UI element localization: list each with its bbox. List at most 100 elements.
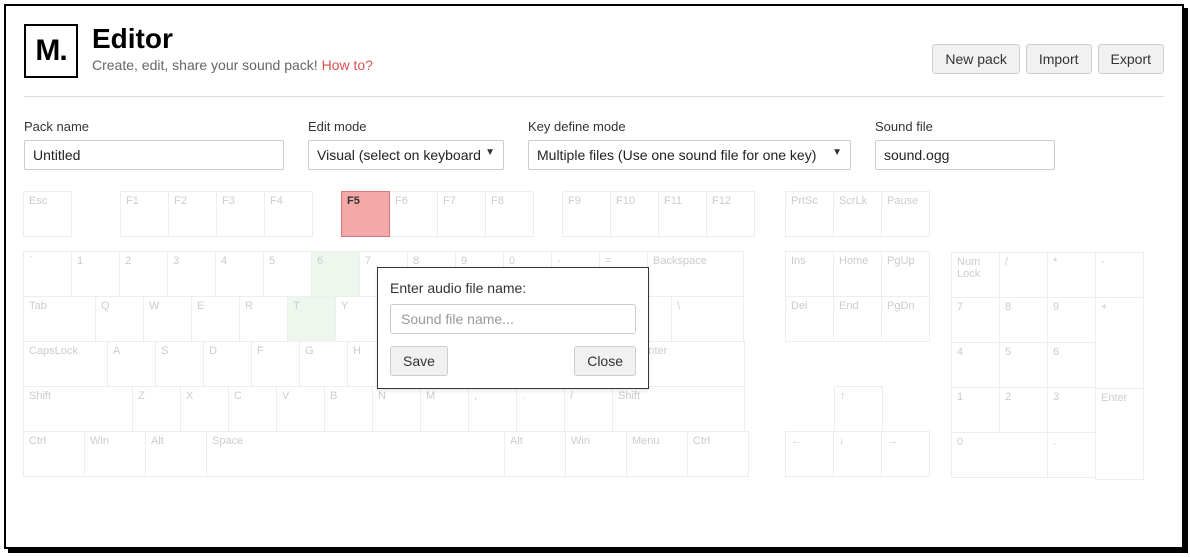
key--[interactable]: ← [785,431,834,477]
key-win[interactable]: Win [565,431,627,477]
key-8[interactable]: 8 [999,297,1048,343]
key-2[interactable]: 2 [999,387,1048,433]
page-title: Editor [92,24,932,55]
key-f1[interactable]: F1 [120,191,169,237]
key-m[interactable]: M [420,386,469,432]
key-6[interactable]: 6 [1047,342,1096,388]
key-3[interactable]: 3 [1047,387,1096,433]
key-f5[interactable]: F5 [341,191,390,237]
key--[interactable]: . [516,386,565,432]
key-ctrl[interactable]: Ctrl [687,431,749,477]
key--[interactable]: - [1095,252,1144,298]
key-q[interactable]: Q [95,296,144,342]
key--[interactable]: → [881,431,930,477]
key--[interactable]: / [999,252,1048,298]
key-b[interactable]: B [324,386,373,432]
key-f9[interactable]: F9 [562,191,611,237]
key--[interactable]: ↑ [834,386,883,432]
key-pgdn[interactable]: PgDn [881,296,930,342]
key-0[interactable]: 0 [951,432,1048,478]
popup-filename-input[interactable] [390,304,636,334]
key-5[interactable]: 5 [263,251,312,297]
key-4[interactable]: 4 [951,342,1000,388]
key-t[interactable]: T [287,296,336,342]
key-f10[interactable]: F10 [610,191,659,237]
key-prtsc[interactable]: PrtSc [785,191,834,237]
popup-save-button[interactable]: Save [390,346,448,376]
key-home[interactable]: Home [833,251,882,297]
key--[interactable]: \ [671,296,744,342]
key-pgup[interactable]: PgUp [881,251,930,297]
key-4[interactable]: 4 [215,251,264,297]
key-g[interactable]: G [299,341,348,387]
key-enter[interactable]: Enter [1095,388,1144,480]
key-space[interactable]: Space [206,431,505,477]
key--[interactable]: * [1047,252,1096,298]
key-ctrl[interactable]: Ctrl [23,431,85,477]
key-r[interactable]: R [239,296,288,342]
key-del[interactable]: Del [785,296,834,342]
pack-name-input[interactable] [24,140,284,170]
key-f8[interactable]: F8 [485,191,534,237]
key-f4[interactable]: F4 [264,191,313,237]
key-7[interactable]: 7 [951,297,1000,343]
key-x[interactable]: X [180,386,229,432]
key-f11[interactable]: F11 [658,191,707,237]
key-1[interactable]: 1 [951,387,1000,433]
key-enter[interactable]: Enter [635,341,745,387]
key-menu[interactable]: Menu [626,431,688,477]
key-a[interactable]: A [107,341,156,387]
audio-filename-popup: Enter audio file name: Save Close [377,267,649,389]
key-f6[interactable]: F6 [389,191,438,237]
popup-close-button[interactable]: Close [574,346,636,376]
key-shift[interactable]: Shift [23,386,133,432]
sound-file-input[interactable] [875,140,1055,170]
key-3[interactable]: 3 [167,251,216,297]
key-win[interactable]: Win [84,431,146,477]
key-f3[interactable]: F3 [216,191,265,237]
key-f7[interactable]: F7 [437,191,486,237]
key-shift[interactable]: Shift [612,386,745,432]
export-button[interactable]: Export [1098,44,1164,74]
key-scrlk[interactable]: ScrLk [833,191,882,237]
edit-mode-select[interactable]: Visual (select on keyboard) [308,140,504,170]
key-1[interactable]: 1 [71,251,120,297]
new-pack-button[interactable]: New pack [932,44,1019,74]
key-d[interactable]: D [203,341,252,387]
key-ins[interactable]: Ins [785,251,834,297]
key-alt[interactable]: Alt [504,431,566,477]
key-z[interactable]: Z [132,386,181,432]
key--[interactable]: / [564,386,613,432]
key-num-lock[interactable]: Num Lock [951,252,1000,298]
key--[interactable]: ↓ [833,431,882,477]
key-capslock[interactable]: CapsLock [23,341,108,387]
page-subtitle: Create, edit, share your sound pack! How… [92,57,932,73]
key-v[interactable]: V [276,386,325,432]
key-e[interactable]: E [191,296,240,342]
key-pause[interactable]: Pause [881,191,930,237]
key-6[interactable]: 6 [311,251,360,297]
key-alt[interactable]: Alt [145,431,207,477]
key--[interactable]: + [1095,297,1144,389]
howto-link[interactable]: How to? [322,57,373,73]
key-define-mode-select[interactable]: Multiple files (Use one sound file for o… [528,140,851,170]
key-tab[interactable]: Tab [23,296,96,342]
key--[interactable]: . [1047,432,1096,478]
key-c[interactable]: C [228,386,277,432]
key-f2[interactable]: F2 [168,191,217,237]
key-2[interactable]: 2 [119,251,168,297]
key-w[interactable]: W [143,296,192,342]
key-f[interactable]: F [251,341,300,387]
key-backspace[interactable]: Backspace [647,251,744,297]
key-5[interactable]: 5 [999,342,1048,388]
key-esc[interactable]: Esc [23,191,72,237]
key--[interactable]: , [468,386,517,432]
key--[interactable]: ` [23,251,72,297]
logo[interactable]: M. [24,24,78,78]
key-end[interactable]: End [833,296,882,342]
key-f12[interactable]: F12 [706,191,755,237]
import-button[interactable]: Import [1026,44,1092,74]
key-s[interactable]: S [155,341,204,387]
key-9[interactable]: 9 [1047,297,1096,343]
key-n[interactable]: N [372,386,421,432]
